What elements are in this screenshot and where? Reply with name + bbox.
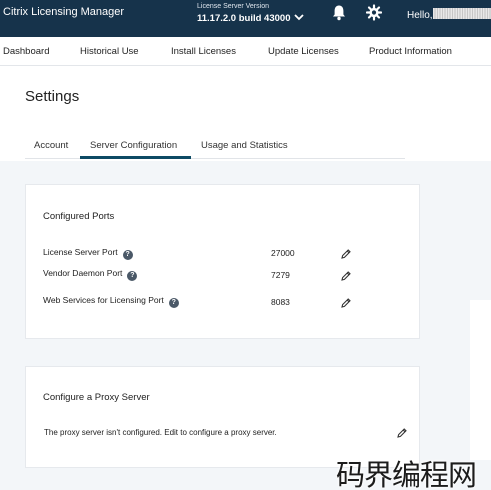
help-icon[interactable]: ? <box>122 250 133 260</box>
edit-pencil-icon[interactable] <box>340 248 352 260</box>
edit-pencil-icon[interactable] <box>396 427 408 439</box>
active-tab-indicator <box>80 156 191 159</box>
nav-dashboard[interactable]: Dashboard <box>3 46 49 57</box>
port-label-text: License Server Port <box>43 247 118 257</box>
top-bar: Citrix Licensing Manager License Server … <box>0 0 491 37</box>
proxy-server-title: Configure a Proxy Server <box>43 392 150 403</box>
license-server-port-value: 27000 <box>271 248 295 258</box>
vendor-daemon-port-value: 7279 <box>271 270 290 280</box>
hello-label: Hello, <box>407 10 433 21</box>
edit-pencil-icon[interactable] <box>340 270 352 282</box>
license-server-port-label: License Server Port? <box>43 247 133 260</box>
port-label-text: Vendor Daemon Port <box>43 268 123 278</box>
web-services-port-label: Web Services for Licensing Port? <box>43 295 179 308</box>
port-label-text: Web Services for Licensing Port <box>43 295 164 305</box>
chevron-down-icon[interactable] <box>292 10 306 24</box>
license-server-version: License Server Version 11.17.2.0 build 4… <box>197 3 290 24</box>
version-label: License Server Version <box>197 3 269 10</box>
main-nav: Dashboard Historical Use Install License… <box>0 37 491 66</box>
nav-install-licenses[interactable]: Install Licenses <box>171 46 236 57</box>
configured-ports-card: Configured Ports License Server Port? 27… <box>25 184 420 339</box>
nav-historical-use[interactable]: Historical Use <box>80 46 139 57</box>
version-value: 11.17.2.0 build 43000 <box>197 13 291 24</box>
watermark: 码界编程网 <box>336 458 477 490</box>
nav-product-information[interactable]: Product Information <box>369 46 452 57</box>
bell-icon[interactable] <box>331 4 347 21</box>
edit-pencil-icon[interactable] <box>340 297 352 309</box>
nav-update-licenses[interactable]: Update Licenses <box>268 46 339 57</box>
tab-server-configuration[interactable]: Server Configuration <box>90 140 177 151</box>
page-edge <box>470 300 491 460</box>
vendor-daemon-port-label: Vendor Daemon Port? <box>43 268 138 281</box>
tab-account[interactable]: Account <box>34 140 68 151</box>
help-icon[interactable]: ? <box>168 298 179 308</box>
web-services-port-value: 8083 <box>271 297 290 307</box>
proxy-status-text: The proxy server isn't configured. Edit … <box>44 428 277 437</box>
settings-tabs: Account Server Configuration Usage and S… <box>25 132 405 159</box>
user-greeting[interactable]: Hello, <box>407 8 491 21</box>
username-redacted <box>432 8 491 19</box>
tab-usage-and-statistics[interactable]: Usage and Statistics <box>201 140 288 151</box>
gear-icon[interactable] <box>366 4 382 21</box>
configured-ports-title: Configured Ports <box>43 211 115 222</box>
help-icon[interactable]: ? <box>127 271 138 281</box>
app-title: Citrix Licensing Manager <box>3 6 125 18</box>
page-title: Settings <box>25 88 80 105</box>
